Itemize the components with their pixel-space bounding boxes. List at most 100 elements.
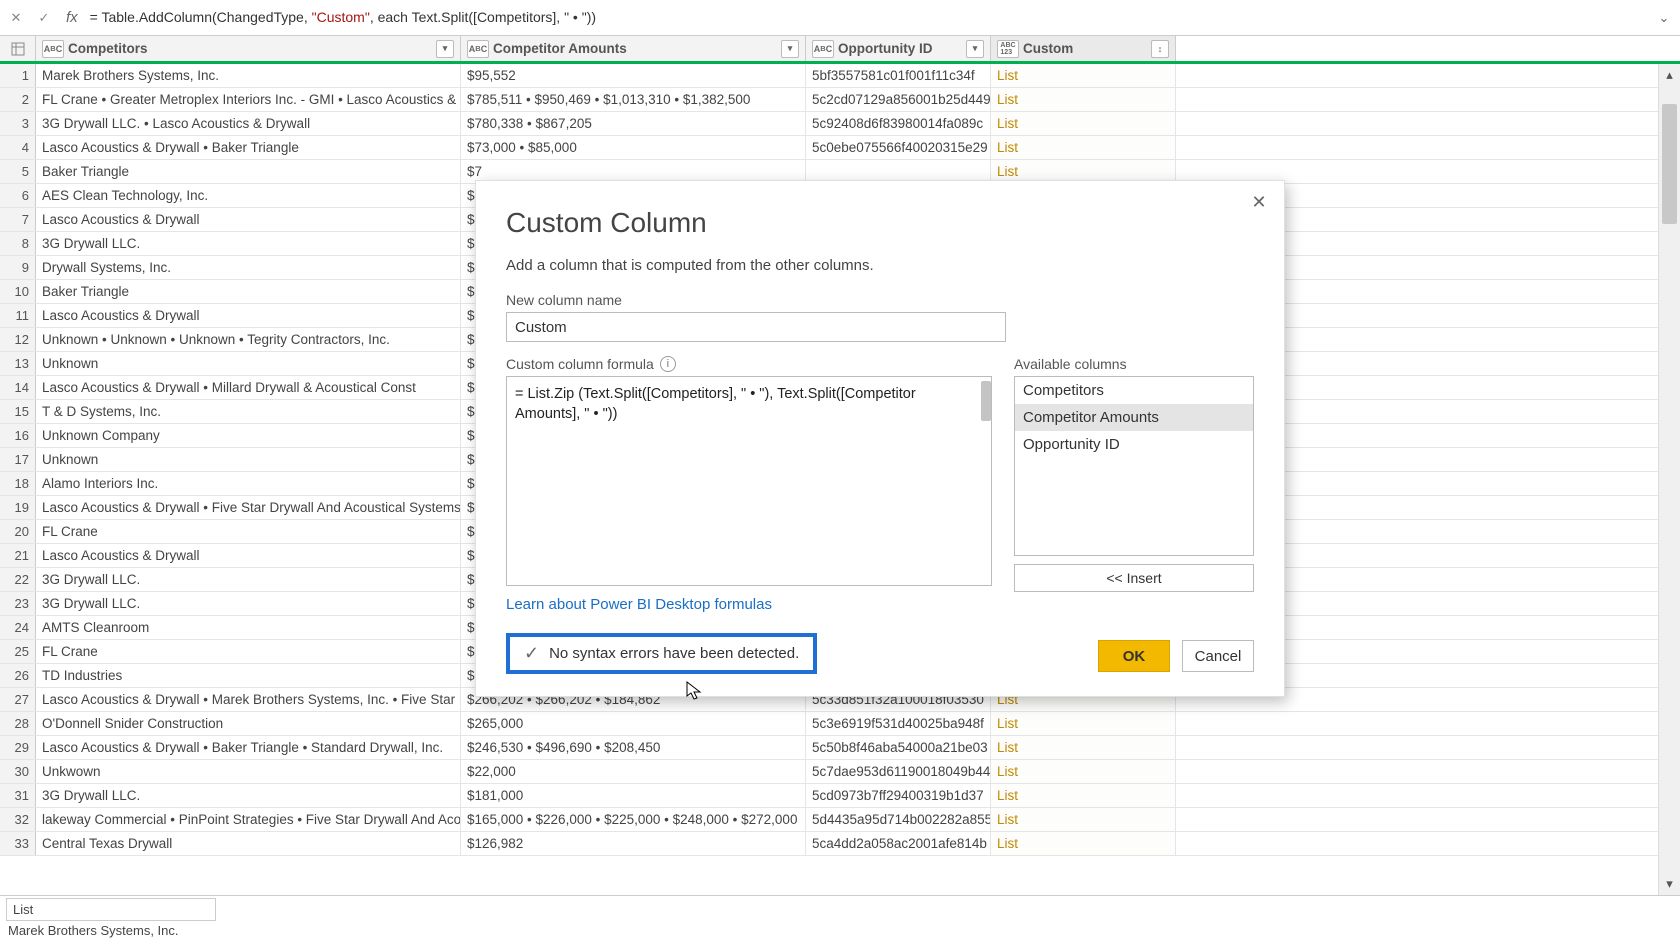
row-header[interactable]: 14 [0, 376, 36, 399]
cell-custom[interactable]: List [991, 808, 1176, 831]
row-header[interactable]: 25 [0, 640, 36, 663]
table-row[interactable]: 30Unkwown$22,0005c7dae953d61190018049b44… [0, 760, 1680, 784]
table-row[interactable]: 32lakeway Commercial • PinPoint Strategi… [0, 808, 1680, 832]
formula-scroll-thumb[interactable] [981, 381, 991, 421]
cancel-button[interactable]: Cancel [1182, 640, 1254, 672]
cell-competitors[interactable]: AES Clean Technology, Inc. [36, 184, 461, 207]
cell-opportunity[interactable]: 5d4435a95d714b002282a855 [806, 808, 991, 831]
cell-competitors[interactable]: 3G Drywall LLC. [36, 784, 461, 807]
table-row[interactable]: 1Marek Brothers Systems, Inc.$95,5525bf3… [0, 64, 1680, 88]
scroll-down-icon[interactable]: ▾ [1659, 873, 1680, 895]
available-column-item[interactable]: Competitors [1015, 377, 1253, 404]
row-header[interactable]: 15 [0, 400, 36, 423]
cell-competitors[interactable]: lakeway Commercial • PinPoint Strategies… [36, 808, 461, 831]
cell-amounts[interactable]: $265,000 [461, 712, 806, 735]
custom-formula-input[interactable]: = List.Zip (Text.Split([Competitors], " … [506, 376, 992, 586]
cell-amounts[interactable]: $95,552 [461, 64, 806, 87]
table-row[interactable]: 313G Drywall LLC.$181,0005cd0973b7ff2940… [0, 784, 1680, 808]
list-link[interactable]: List [997, 716, 1018, 731]
formula-text[interactable]: = Table.AddColumn(ChangedType, "Custom",… [90, 9, 1646, 26]
column-header-amounts[interactable]: ABC Competitor Amounts ▾ [461, 36, 806, 61]
column-filter-icon[interactable]: ▾ [966, 40, 984, 58]
list-link[interactable]: List [997, 68, 1018, 83]
cell-competitors[interactable]: Lasco Acoustics & Drywall [36, 544, 461, 567]
row-header[interactable]: 29 [0, 736, 36, 759]
cell-custom[interactable]: List [991, 712, 1176, 735]
cell-custom[interactable]: List [991, 760, 1176, 783]
cell-competitors[interactable]: O'Donnell Snider Construction [36, 712, 461, 735]
cell-custom[interactable]: List [991, 136, 1176, 159]
row-header[interactable]: 19 [0, 496, 36, 519]
formula-expand-icon[interactable]: ⌄ [1654, 10, 1674, 26]
row-header[interactable]: 1 [0, 64, 36, 87]
list-link[interactable]: List [997, 812, 1018, 827]
row-header[interactable]: 13 [0, 352, 36, 375]
row-header[interactable]: 20 [0, 520, 36, 543]
formula-cancel-icon[interactable]: ✕ [6, 8, 26, 28]
cell-opportunity[interactable]: 5c50b8f46aba54000a21be03 [806, 736, 991, 759]
row-header[interactable]: 32 [0, 808, 36, 831]
cell-competitors[interactable]: Baker Triangle [36, 280, 461, 303]
row-header[interactable]: 23 [0, 592, 36, 615]
available-columns-list[interactable]: CompetitorsCompetitor AmountsOpportunity… [1014, 376, 1254, 556]
column-header-custom[interactable]: ABC123 Custom ↕ [991, 36, 1176, 61]
cell-competitors[interactable]: Lasco Acoustics & Drywall [36, 304, 461, 327]
row-header[interactable]: 16 [0, 424, 36, 447]
select-all-corner[interactable] [0, 36, 36, 61]
cell-amounts[interactable]: $785,511 • $950,469 • $1,013,310 • $1,38… [461, 88, 806, 111]
row-header[interactable]: 4 [0, 136, 36, 159]
cell-custom[interactable]: List [991, 784, 1176, 807]
info-icon[interactable]: i [660, 356, 676, 372]
table-row[interactable]: 28O'Donnell Snider Construction$265,0005… [0, 712, 1680, 736]
cell-competitors[interactable]: Unknown • Unknown • Unknown • Tegrity Co… [36, 328, 461, 351]
row-header[interactable]: 33 [0, 832, 36, 855]
cell-competitors[interactable]: Drywall Systems, Inc. [36, 256, 461, 279]
cell-competitors[interactable]: Lasco Acoustics & Drywall • Marek Brothe… [36, 688, 461, 711]
row-header[interactable]: 26 [0, 664, 36, 687]
row-header[interactable]: 7 [0, 208, 36, 231]
cell-competitors[interactable]: Lasco Acoustics & Drywall • Baker Triang… [36, 736, 461, 759]
cell-competitors[interactable]: FL Crane [36, 520, 461, 543]
cell-amounts[interactable]: $181,000 [461, 784, 806, 807]
formula-commit-icon[interactable]: ✓ [34, 8, 54, 28]
cell-competitors[interactable]: Unknown [36, 352, 461, 375]
row-header[interactable]: 18 [0, 472, 36, 495]
list-link[interactable]: List [997, 836, 1018, 851]
row-header[interactable]: 24 [0, 616, 36, 639]
cell-opportunity[interactable]: 5bf3557581c01f001f11c34f [806, 64, 991, 87]
row-header[interactable]: 10 [0, 280, 36, 303]
table-row[interactable]: 33G Drywall LLC. • Lasco Acoustics & Dry… [0, 112, 1680, 136]
cell-competitors[interactable]: AMTS Cleanroom [36, 616, 461, 639]
table-row[interactable]: 33Central Texas Drywall$126,9825ca4dd2a0… [0, 832, 1680, 856]
cell-opportunity[interactable]: 5c0ebe075566f40020315e29 [806, 136, 991, 159]
row-header[interactable]: 17 [0, 448, 36, 471]
cell-competitors[interactable]: Unknown Company [36, 424, 461, 447]
cell-competitors[interactable]: FL Crane • Greater Metroplex Interiors I… [36, 88, 461, 111]
cell-amounts[interactable]: $246,530 • $496,690 • $208,450 [461, 736, 806, 759]
cell-custom[interactable]: List [991, 832, 1176, 855]
cell-amounts[interactable]: $780,338 • $867,205 [461, 112, 806, 135]
cell-competitors[interactable]: Baker Triangle [36, 160, 461, 183]
cell-custom[interactable]: List [991, 112, 1176, 135]
cell-competitors[interactable]: T & D Systems, Inc. [36, 400, 461, 423]
scroll-thumb[interactable] [1662, 104, 1677, 224]
column-filter-icon[interactable]: ▾ [781, 40, 799, 58]
cell-competitors[interactable]: 3G Drywall LLC. [36, 568, 461, 591]
cell-opportunity[interactable]: 5ca4dd2a058ac2001afe814b [806, 832, 991, 855]
dialog-close-icon[interactable]: ✕ [1248, 191, 1270, 213]
list-link[interactable]: List [997, 116, 1018, 131]
list-link[interactable]: List [997, 788, 1018, 803]
cell-competitors[interactable]: Lasco Acoustics & Drywall • Baker Triang… [36, 136, 461, 159]
cell-competitors[interactable]: Lasco Acoustics & Drywall • Five Star Dr… [36, 496, 461, 519]
cell-amounts[interactable]: $73,000 • $85,000 [461, 136, 806, 159]
column-expand-icon[interactable]: ↕ [1151, 40, 1169, 58]
row-header[interactable]: 31 [0, 784, 36, 807]
cell-amounts[interactable]: $165,000 • $226,000 • $225,000 • $248,00… [461, 808, 806, 831]
cell-competitors[interactable]: Central Texas Drywall [36, 832, 461, 855]
cell-competitors[interactable]: 3G Drywall LLC. [36, 592, 461, 615]
cell-opportunity[interactable]: 5c2cd07129a856001b25d449 [806, 88, 991, 111]
cell-competitors[interactable]: Unknown [36, 448, 461, 471]
cell-competitors[interactable]: 3G Drywall LLC. • Lasco Acoustics & Dryw… [36, 112, 461, 135]
list-link[interactable]: List [997, 164, 1018, 179]
cell-competitors[interactable]: Unkwown [36, 760, 461, 783]
